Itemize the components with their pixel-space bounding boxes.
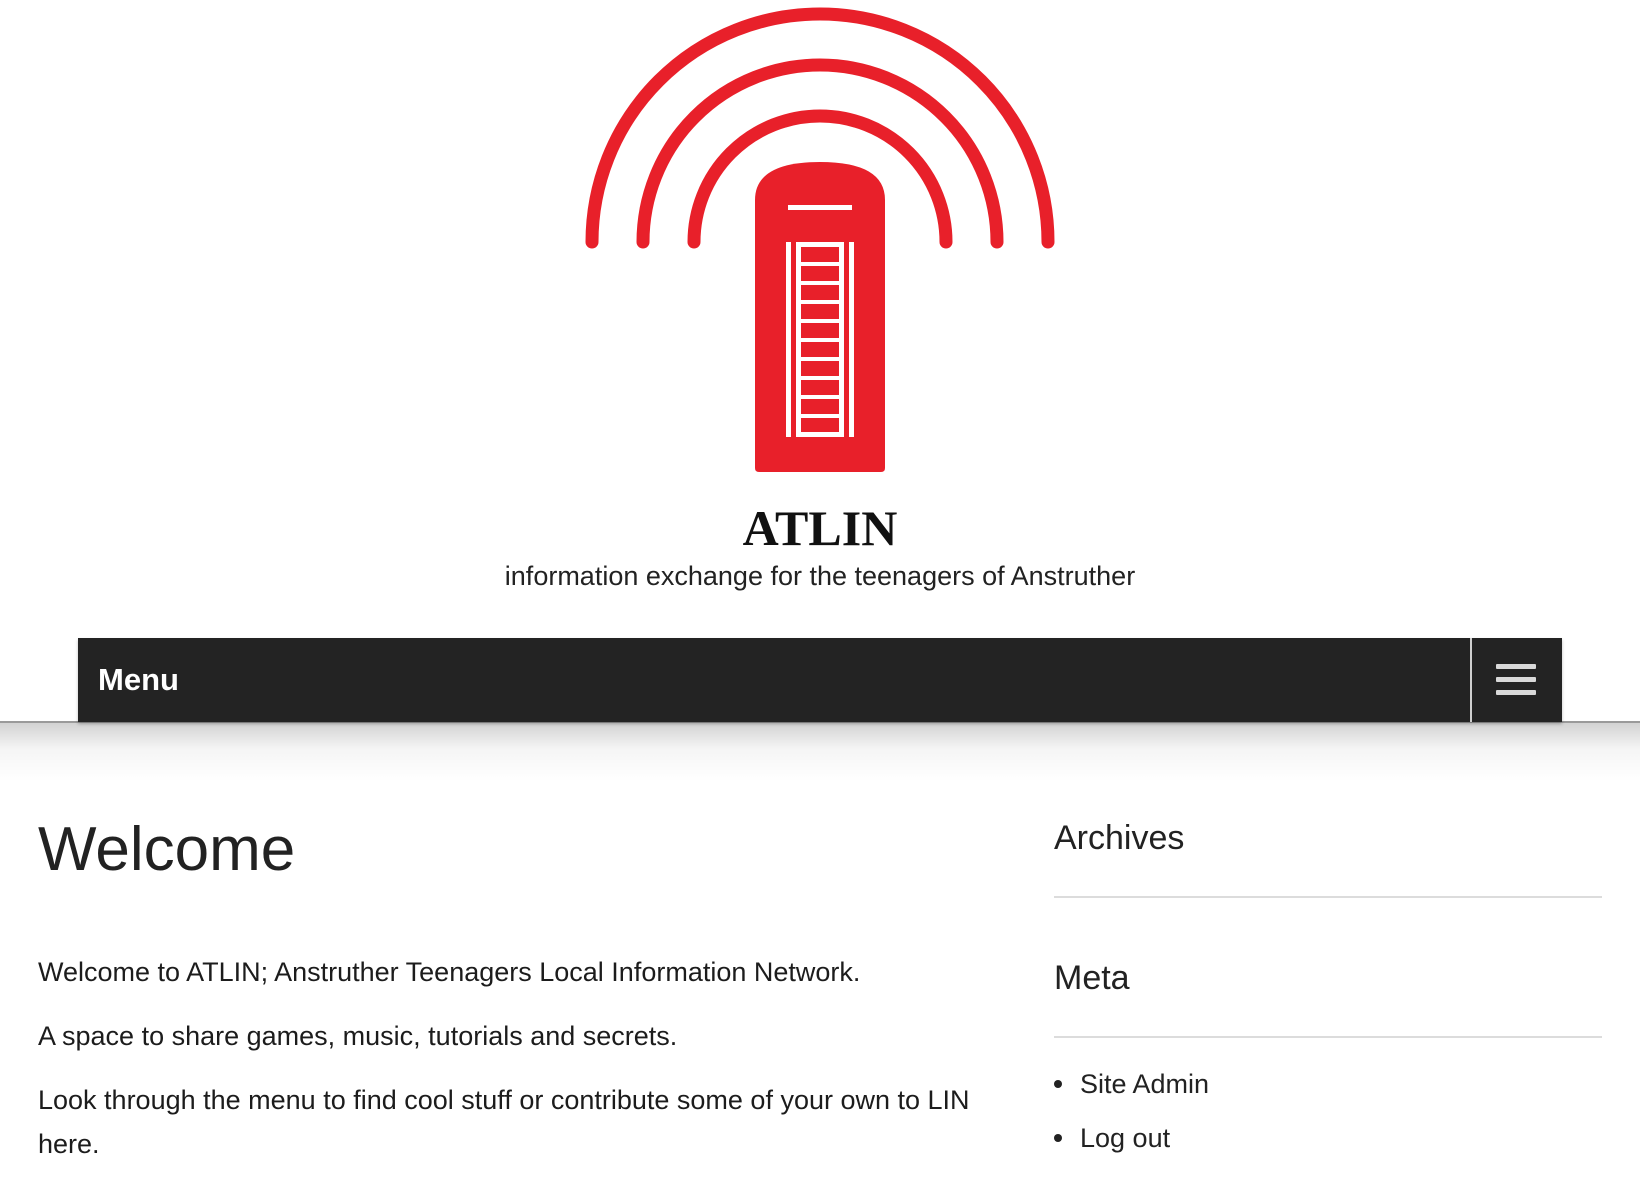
- phone-box-sign: [788, 205, 852, 210]
- site-admin-link[interactable]: Site Admin: [1080, 1069, 1209, 1099]
- meta-widget: Meta Site Admin Log out: [1054, 898, 1602, 1154]
- main-navigation: Menu: [78, 638, 1562, 722]
- red-telephone-box-broadcast-icon[interactable]: [580, 0, 1060, 480]
- page: ATLIN information exchange for the teena…: [0, 0, 1640, 1190]
- bullet-icon: [1054, 1134, 1062, 1142]
- intro-paragraph: Welcome to ATLIN; Anstruther Teenagers L…: [38, 957, 861, 987]
- instructions-paragraph: Look through the menu to find cool stuff…: [38, 1085, 970, 1159]
- sidebar: Archives Meta Site Admin Log out: [1054, 790, 1602, 1176]
- menu-toggle-button[interactable]: [1470, 638, 1562, 722]
- archives-widget: Archives: [1054, 790, 1602, 898]
- site-tagline: information exchange for the teenagers o…: [504, 561, 1136, 591]
- menu-label[interactable]: Menu: [98, 638, 179, 722]
- nav-shadow: [0, 722, 1640, 782]
- list-item: Site Admin: [1054, 1068, 1602, 1100]
- meta-links-list: Site Admin Log out: [1054, 1038, 1602, 1154]
- site-header: ATLIN information exchange for the teena…: [0, 0, 1640, 640]
- entry-content: Welcome to ATLIN; Anstruther Teenagers L…: [38, 950, 978, 1186]
- page-title: Welcome: [38, 815, 296, 884]
- bullet-icon: [1054, 1080, 1062, 1088]
- description-paragraph: A space to share games, music, tutorials…: [38, 1021, 678, 1051]
- list-item: Log out: [1054, 1122, 1602, 1154]
- archives-widget-title: Archives: [1054, 819, 1185, 857]
- meta-widget-title: Meta: [1054, 959, 1130, 997]
- site-title[interactable]: ATLIN: [0, 500, 1640, 556]
- log-out-link[interactable]: Log out: [1080, 1123, 1170, 1153]
